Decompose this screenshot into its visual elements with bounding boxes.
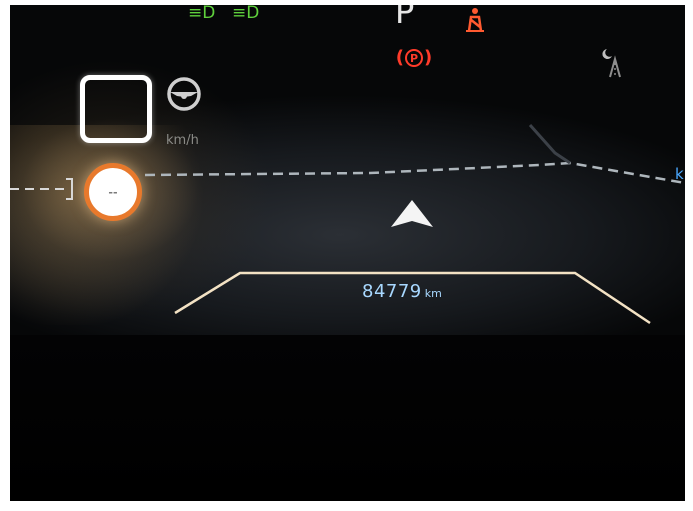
odometer-unit: km [424,287,442,300]
speed-limit-sign: -- [84,163,142,221]
odometer-value: 84779 [362,281,422,302]
right-unit-label: k [675,165,684,183]
navigation-arrow-icon [391,200,433,227]
lane-guide-lines [10,124,685,325]
instrument-cluster: ≡D ≡D P ( P ) km/h -- k 84779 km [10,5,685,501]
odometer: 84779 km [362,281,442,302]
